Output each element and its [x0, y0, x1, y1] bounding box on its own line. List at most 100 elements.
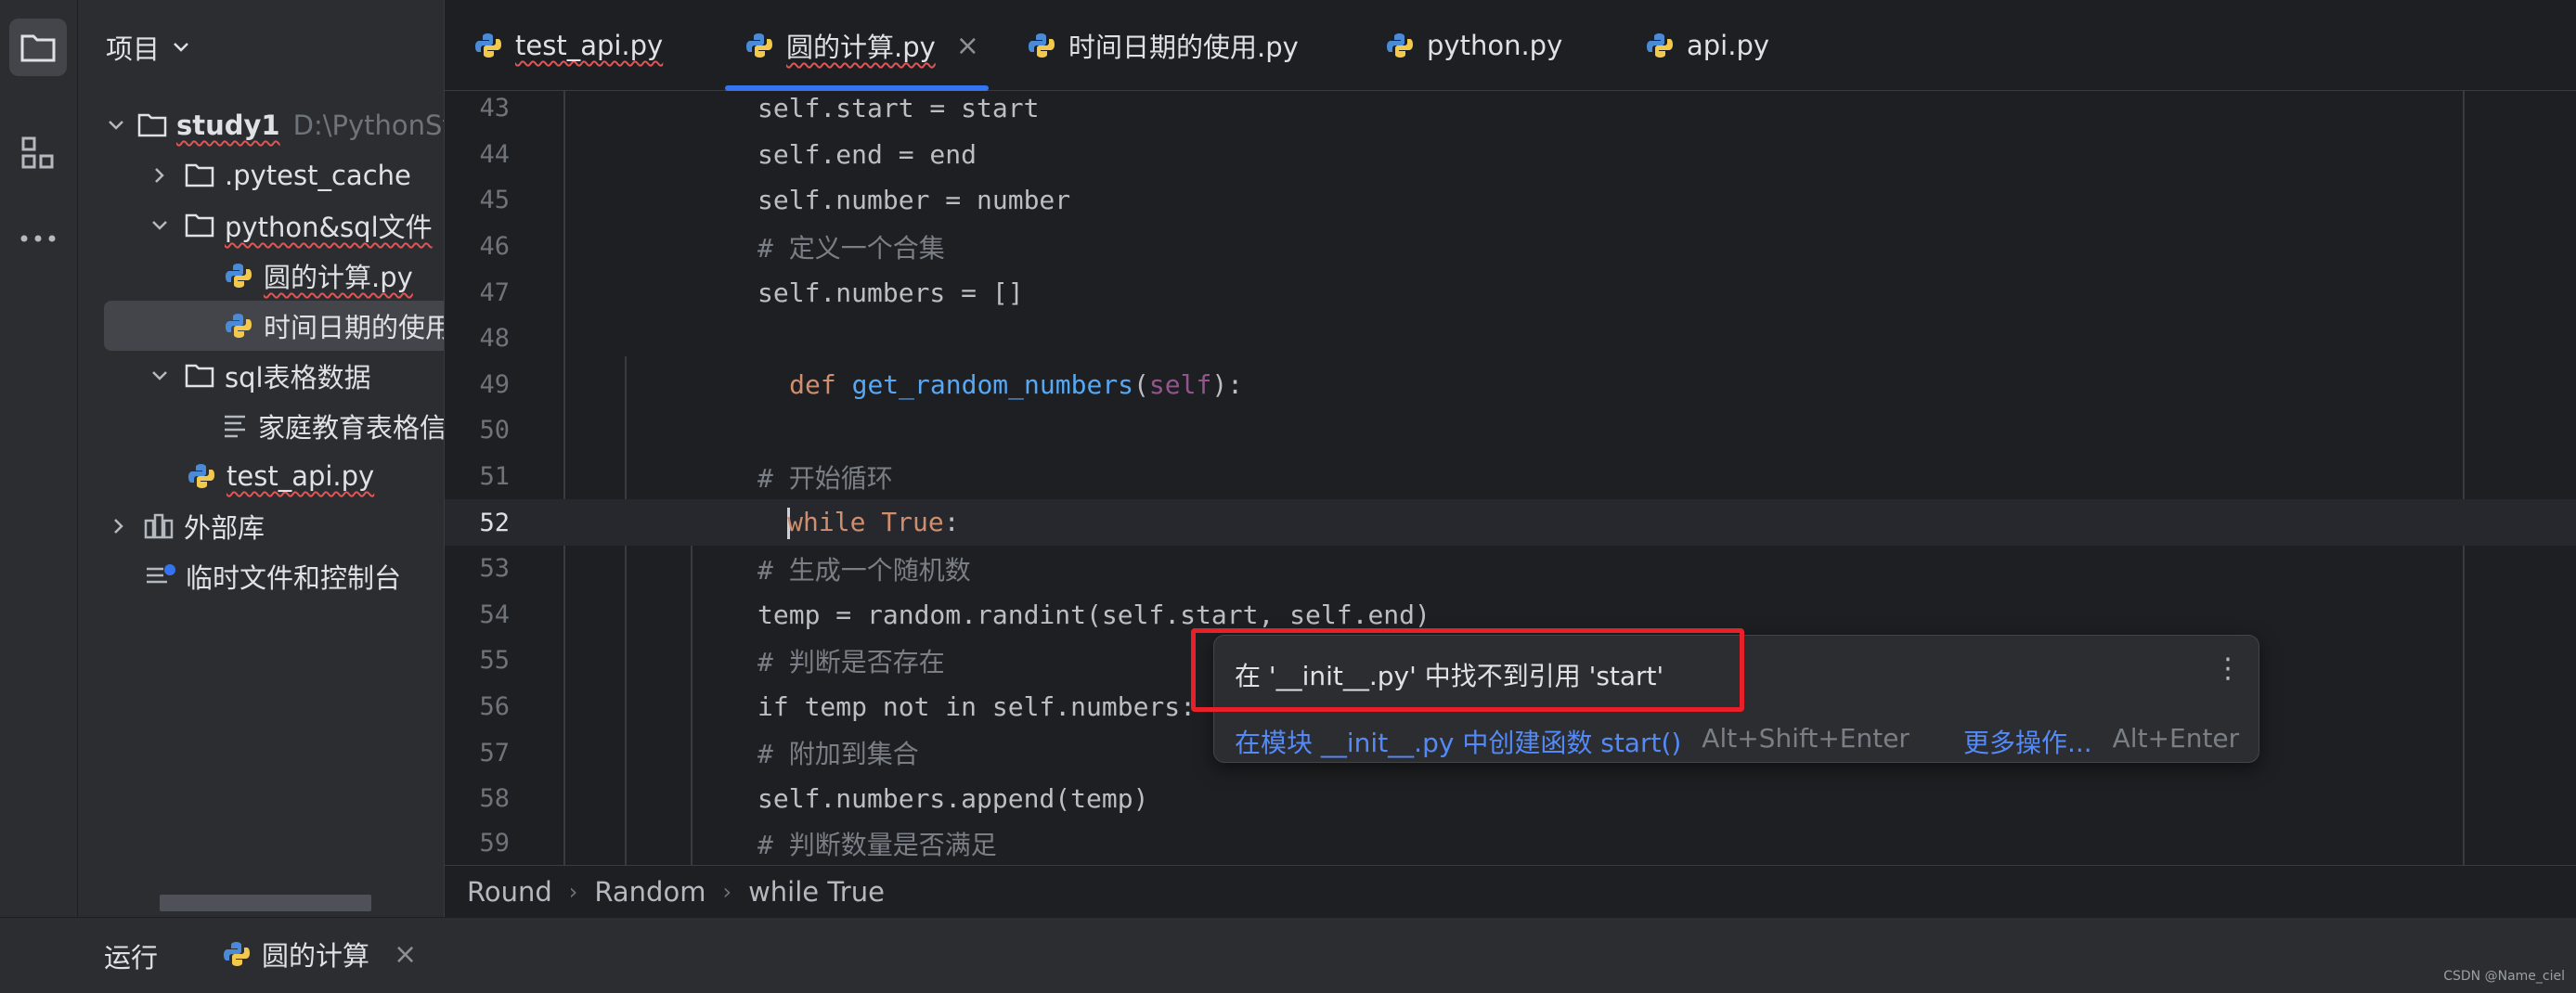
line-number: 47: [479, 277, 510, 307]
code-keyword: while: [787, 506, 866, 537]
chevron-right-icon[interactable]: [149, 164, 171, 187]
code-line-current[interactable]: 52 while True:: [445, 499, 2576, 546]
python-file-icon: [744, 30, 775, 61]
close-icon[interactable]: ×: [956, 30, 979, 62]
tree-item-study1[interactable]: study1 D:\PythonSt: [78, 100, 444, 150]
highlight-box: [1191, 628, 1744, 712]
tab-circle-calc[interactable]: 圆的计算.py ×: [725, 0, 989, 91]
chevron-down-icon[interactable]: [108, 114, 124, 136]
breadcrumb-item[interactable]: while True: [748, 876, 885, 908]
more-tools-button[interactable]: [9, 210, 67, 267]
tree-item-datetime[interactable]: 时间日期的使用: [104, 301, 444, 351]
python-file-icon: [186, 460, 217, 492]
line-number: 43: [479, 94, 510, 123]
tree-item-label: sql表格数据: [225, 362, 371, 393]
run-tool-label[interactable]: 运行: [104, 936, 158, 975]
shortcut-label: Alt+Enter: [2112, 723, 2240, 754]
python-file-icon: [223, 310, 254, 342]
project-tool-button[interactable]: [9, 19, 67, 76]
python-file-icon: [221, 938, 252, 970]
tree-item-family-edu[interactable]: 家庭教育表格信: [78, 401, 444, 451]
tree-item-label: python&sql文件: [225, 212, 433, 243]
breadcrumb-item[interactable]: Round: [467, 876, 552, 908]
tree-item-path: D:\PythonSt: [292, 110, 444, 141]
tree-item-sql-data[interactable]: sql表格数据: [78, 351, 444, 401]
tree-item-label: 圆的计算.py: [264, 262, 413, 293]
code-line[interactable]: 44 self.end = end: [445, 132, 2576, 178]
tab-python[interactable]: python.py: [1384, 0, 1562, 91]
tree-item-scratches[interactable]: 临时文件和控制台: [78, 551, 444, 601]
python-file-icon: [1644, 30, 1676, 61]
popup-actions: 在模块 __init__.py 中创建函数 start() Alt+Shift+…: [1235, 723, 2239, 760]
folder-icon: [184, 210, 215, 241]
code-line[interactable]: 47 self.numbers = []: [445, 269, 2576, 316]
code-text: temp = random.randint(self.start, self.e…: [757, 599, 1430, 630]
folder-icon: [184, 360, 215, 392]
line-number: 52: [479, 508, 510, 537]
tab-datetime[interactable]: 时间日期的使用.py: [1026, 0, 1299, 91]
breadcrumb: Round › Random › while True: [445, 865, 2576, 917]
chevron-down-icon[interactable]: [149, 365, 171, 387]
chevron-right-icon[interactable]: [108, 515, 130, 537]
code-keyword: True: [881, 506, 944, 537]
project-title: 项目: [106, 33, 161, 65]
structure-icon: [21, 136, 54, 169]
chevron-down-icon[interactable]: [149, 214, 171, 237]
code-comment: # 定义一个合集: [757, 232, 945, 264]
code-line[interactable]: 53 # 生成一个随机数: [445, 546, 2576, 592]
more-options-icon[interactable]: ⋮: [2214, 652, 2242, 685]
python-file-icon: [1026, 30, 1057, 61]
code-line[interactable]: 45 self.number = number: [445, 177, 2576, 224]
close-icon[interactable]: ×: [394, 938, 417, 971]
shortcut-label: Alt+Shift+Enter: [1702, 723, 1909, 754]
python-file-icon: [223, 260, 254, 291]
code-text: self.start = start: [757, 93, 1040, 124]
folder-icon: [184, 160, 215, 191]
create-function-action[interactable]: 在模块 __init__.py 中创建函数 start(): [1235, 723, 1681, 760]
tree-item-label: .pytest_cache: [225, 160, 411, 191]
code-function-name: get_random_numbers: [851, 368, 1134, 400]
tree-item-label: 外部库: [184, 512, 265, 544]
project-panel: 项目 study1 D:\PythonSt .pytest_cache pyth…: [78, 0, 444, 917]
line-number: 54: [479, 600, 510, 629]
python-file-icon: [472, 30, 504, 61]
chevron-right-icon: ›: [722, 878, 732, 905]
code-line[interactable]: 49 def get_random_numbers(self):: [445, 362, 2576, 408]
horizontal-scrollbar[interactable]: [160, 895, 371, 911]
line-number: 46: [479, 232, 510, 262]
code-line[interactable]: 58 self.numbers.append(temp): [445, 776, 2576, 822]
tree-item-external-libs[interactable]: 外部库: [78, 501, 444, 551]
tab-test-api[interactable]: test_api.py: [472, 0, 663, 91]
tree-item-pytest-cache[interactable]: .pytest_cache: [78, 150, 444, 200]
breadcrumb-item[interactable]: Random: [594, 876, 705, 908]
code-line[interactable]: 59 # 判断数量是否满足: [445, 822, 2576, 865]
line-number: 56: [479, 692, 510, 722]
line-number: 49: [479, 369, 510, 399]
run-tab[interactable]: 圆的计算 ×: [221, 935, 417, 974]
tree-item-circle-calc[interactable]: 圆的计算.py: [78, 251, 444, 301]
line-number: 45: [479, 186, 510, 215]
code-text: self.numbers.append(temp): [757, 783, 1149, 815]
tree-item-test-api[interactable]: test_api.py: [78, 451, 444, 501]
tree-item-python-sql[interactable]: python&sql文件: [78, 200, 444, 251]
line-number: 59: [479, 829, 510, 858]
watermark: CSDN @Name_ciel: [2443, 969, 2565, 984]
scratch-icon: [145, 561, 176, 592]
line-number: 58: [479, 784, 510, 814]
code-line[interactable]: 46 # 定义一个合集: [445, 224, 2576, 270]
code-line[interactable]: 43 self.start = start: [445, 85, 2576, 132]
structure-tool-button[interactable]: [9, 124, 67, 182]
editor-tabs: test_api.py 圆的计算.py × 时间日期的使用.py python.…: [445, 0, 2576, 91]
tab-label: api.py: [1687, 30, 1770, 61]
more-actions-link[interactable]: 更多操作...: [1963, 723, 2092, 760]
project-header[interactable]: 项目: [106, 28, 189, 67]
tab-api[interactable]: api.py: [1644, 0, 1769, 91]
code-line[interactable]: 50: [445, 407, 2576, 454]
code-self: self: [1148, 368, 1212, 400]
bottom-toolbar: 运行 圆的计算 × CSDN @Name_ciel: [0, 917, 2576, 993]
tab-label: python.py: [1427, 30, 1563, 61]
tab-label: 时间日期的使用.py: [1068, 32, 1299, 63]
code-keyword: def: [789, 368, 836, 400]
line-number: 51: [479, 462, 510, 492]
code-text: self.end = end: [757, 138, 977, 170]
